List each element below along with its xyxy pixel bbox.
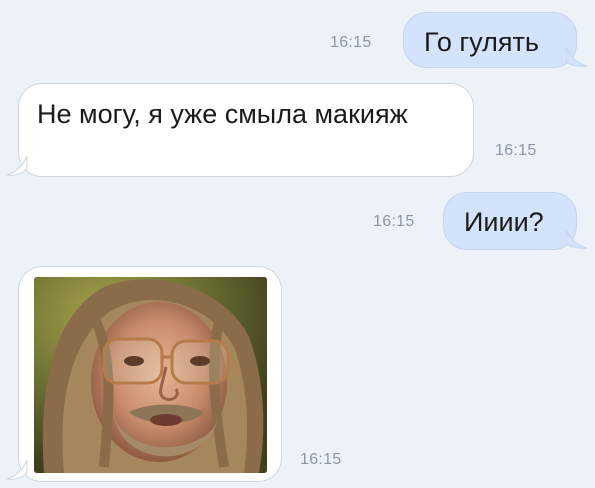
- message-bubble[interactable]: [18, 266, 282, 482]
- message-timestamp: 16:15: [373, 213, 415, 230]
- message-text: Го гулять: [424, 27, 539, 57]
- portrait-image: [34, 277, 267, 473]
- bubble-tail-icon: [566, 230, 588, 249]
- photo-attachment[interactable]: [34, 277, 267, 473]
- chat-thread: 16:15 Го гулять Не могу, я уже смыла мак…: [0, 0, 595, 488]
- message-text: Не могу, я уже смыла макияж: [37, 99, 408, 129]
- message-timestamp: 16:15: [300, 451, 342, 468]
- message-bubble[interactable]: Го гулять: [403, 12, 577, 68]
- message-text: Ииии?: [464, 207, 544, 237]
- bubble-tail-icon: [6, 156, 28, 176]
- message-timestamp: 16:15: [495, 142, 537, 159]
- message-bubble[interactable]: Не могу, я уже смыла макияж: [18, 83, 474, 177]
- message-timestamp: 16:15: [330, 34, 372, 51]
- bubble-tail-icon: [566, 48, 588, 67]
- message-bubble[interactable]: Ииии?: [443, 192, 577, 250]
- bubble-tail-icon: [6, 460, 28, 480]
